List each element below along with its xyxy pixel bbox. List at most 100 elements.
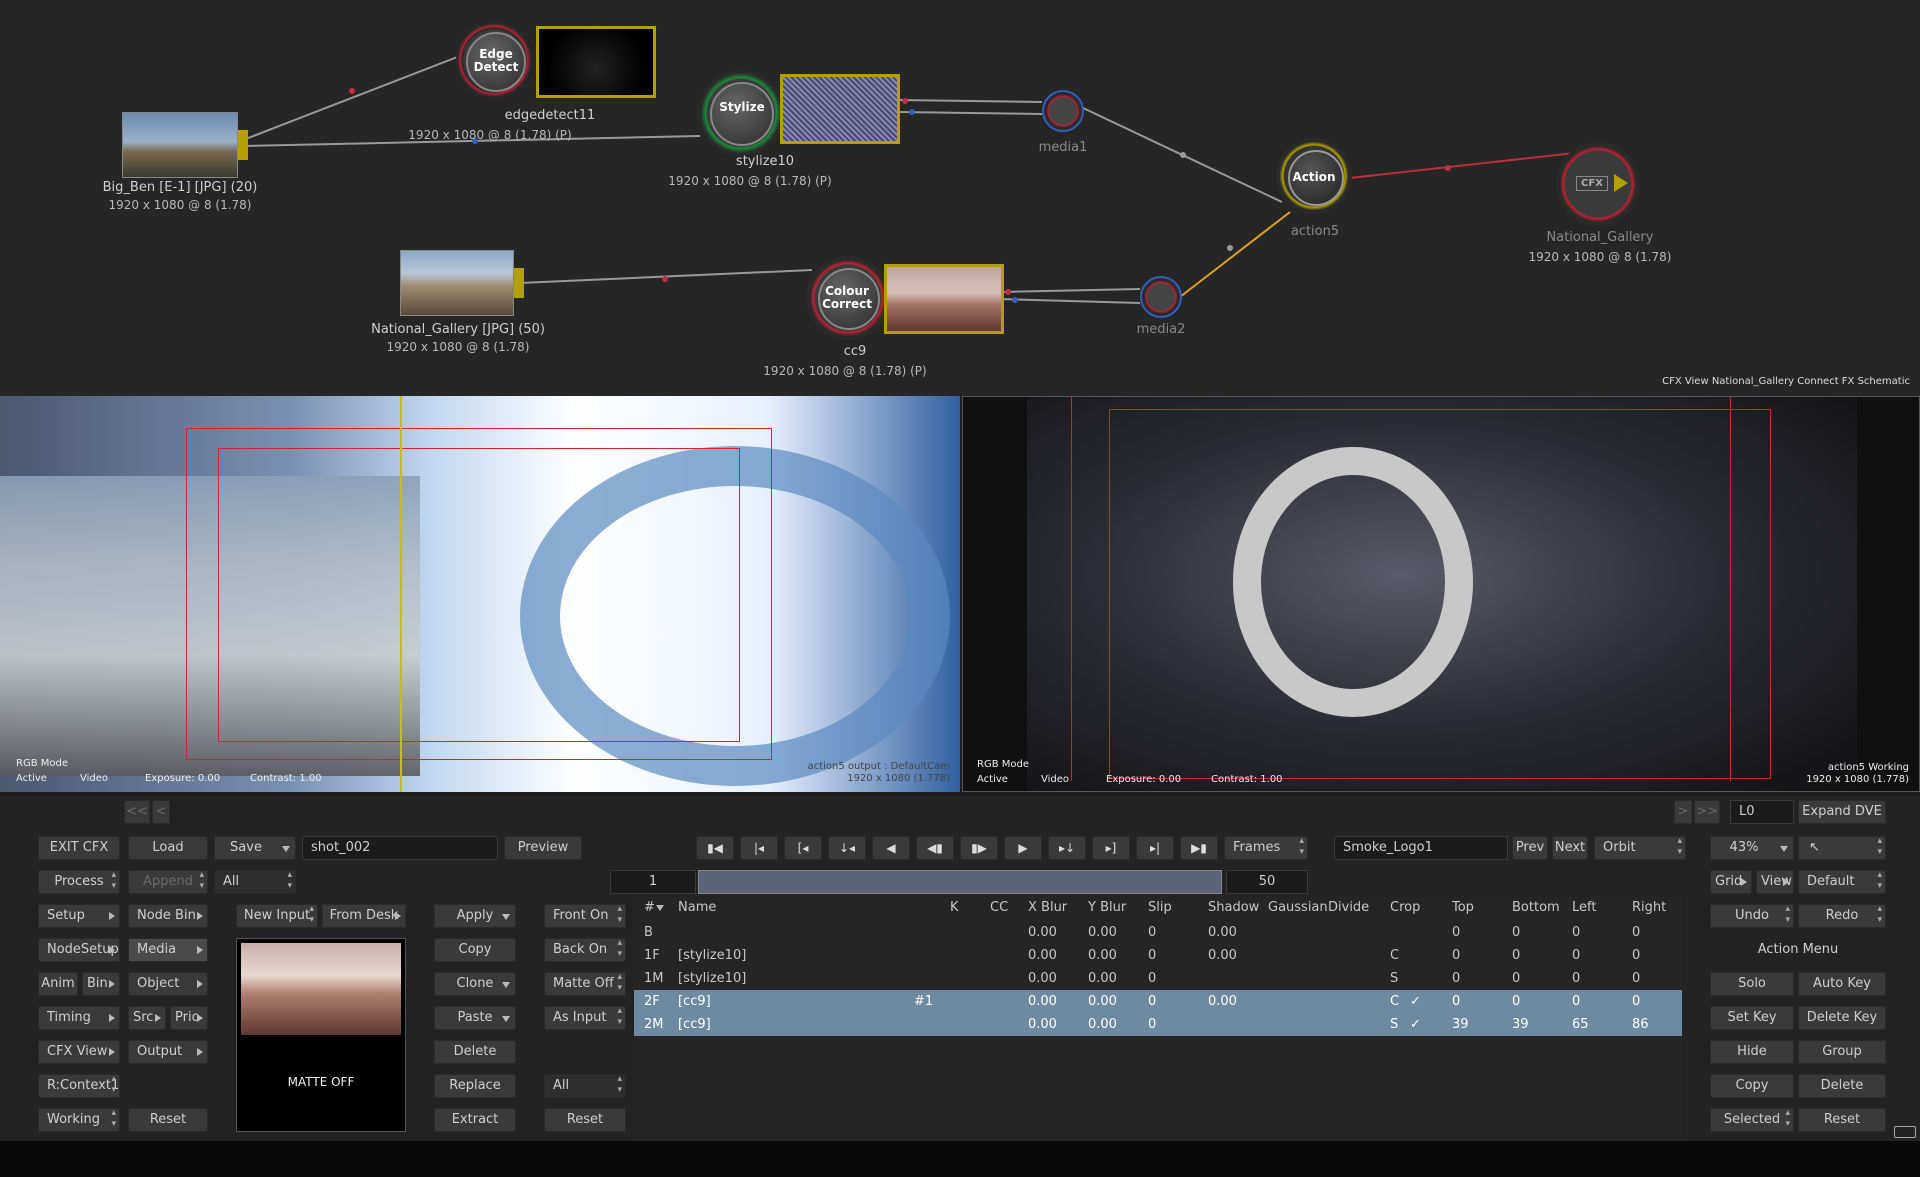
from-desk-button[interactable]: From Desk <box>322 904 406 928</box>
cursor-tool-select[interactable]: ↖ <box>1798 836 1886 860</box>
cell-right[interactable]: 0 <box>1632 967 1640 990</box>
nav-next-button[interactable]: > <box>1674 800 1692 824</box>
append-select[interactable]: Append <box>128 870 208 894</box>
next-mark-button[interactable]: ▸↓ <box>1048 836 1086 860</box>
cell-right[interactable]: 86 <box>1632 1013 1649 1036</box>
cell-top[interactable]: 39 <box>1452 1013 1469 1036</box>
play-forward-slow-button[interactable]: ▮▶ <box>960 836 998 860</box>
set-key-button[interactable]: Set Key <box>1710 1006 1794 1030</box>
table-row-selected[interactable]: 2F [cc9] #1 0.00 0.00 0 0.00 C ✓ 0 0 0 0 <box>634 990 1682 1013</box>
cell-yblur[interactable]: 0.00 <box>1088 1013 1117 1036</box>
col-header-crop[interactable]: Crop <box>1390 897 1420 919</box>
col-header-top[interactable]: Top <box>1452 897 1474 919</box>
table-row[interactable]: B 0.00 0.00 0 0.00 0 0 0 0 <box>634 921 1682 944</box>
cell-name[interactable]: [cc9] <box>678 1013 711 1036</box>
cell-tag[interactable]: #1 <box>914 990 933 1013</box>
load-button[interactable]: Load <box>128 836 208 860</box>
undo-button[interactable]: Undo <box>1710 904 1794 928</box>
exit-cfx-button[interactable]: EXIT CFX <box>38 836 120 860</box>
col-header-yblur[interactable]: Y Blur <box>1088 897 1126 919</box>
reset-layers-button[interactable]: Reset <box>544 1108 626 1132</box>
clone-button[interactable]: Clone <box>434 972 516 996</box>
col-header-xblur[interactable]: X Blur <box>1028 897 1067 919</box>
timing-button[interactable]: Timing <box>38 1006 120 1030</box>
cell-crop[interactable]: C <box>1390 944 1399 967</box>
matte-off-select[interactable]: Matte Off <box>544 972 626 996</box>
all-layers-select[interactable]: All <box>544 1074 626 1098</box>
cell-shadow[interactable]: 0.00 <box>1208 921 1237 944</box>
media1-node[interactable] <box>1042 90 1084 132</box>
save-button[interactable]: Save <box>214 836 296 860</box>
back-on-select[interactable]: Back On <box>544 938 626 962</box>
table-row-selected[interactable]: 2M [cc9] 0.00 0.00 0 S ✓ 39 39 65 86 <box>634 1013 1682 1036</box>
cell-xblur[interactable]: 0.00 <box>1028 1013 1057 1036</box>
viewer-right[interactable]: RGB Mode Active Video Exposure: 0.00 Con… <box>962 396 1920 792</box>
reset-button[interactable]: Reset <box>128 1108 208 1132</box>
cell-top[interactable]: 0 <box>1452 921 1460 944</box>
extract-button[interactable]: Extract <box>434 1108 516 1132</box>
cell-yblur[interactable]: 0.00 <box>1088 944 1117 967</box>
group-button[interactable]: Group <box>1798 1040 1886 1064</box>
delete-button[interactable]: Delete <box>434 1040 516 1064</box>
nodesetup-button[interactable]: NodeSetup <box>38 938 120 962</box>
cell-shadow[interactable]: 0.00 <box>1208 990 1237 1013</box>
preview-button[interactable]: Preview <box>504 836 582 860</box>
copy-button[interactable]: Copy <box>434 938 516 962</box>
cell-left[interactable]: 65 <box>1572 1013 1589 1036</box>
next-object-button[interactable]: Next <box>1552 836 1588 860</box>
frame-start-field[interactable]: 1 <box>610 870 696 894</box>
cell-right[interactable]: 0 <box>1632 990 1640 1013</box>
cell-left[interactable]: 0 <box>1572 967 1580 990</box>
cell-id[interactable]: 1F <box>644 944 660 967</box>
table-row[interactable]: 1M [stylize10] 0.00 0.00 0 S 0 0 0 0 <box>634 967 1682 990</box>
solo-button[interactable]: Solo <box>1710 972 1794 996</box>
cfx-schematic[interactable]: Big_Ben [E-1] [JPG] (20) 1920 x 1080 @ 8… <box>0 0 1920 396</box>
go-start-button[interactable]: ▮◀ <box>696 836 734 860</box>
cell-xblur[interactable]: 0.00 <box>1028 967 1057 990</box>
prev-key-button[interactable]: |◂ <box>740 836 778 860</box>
nav-prev-button[interactable]: < <box>152 800 170 824</box>
process-select[interactable]: Process <box>38 870 120 894</box>
media-button[interactable]: Media <box>128 938 208 962</box>
out-point-button[interactable]: ▸] <box>1092 836 1130 860</box>
cell-xblur[interactable]: 0.00 <box>1028 990 1057 1013</box>
setup-name-field[interactable]: shot_002 <box>302 836 498 860</box>
cell-yblur[interactable]: 0.00 <box>1088 921 1117 944</box>
default-select[interactable]: Default <box>1798 870 1886 894</box>
play-back-button[interactable]: ◀▮ <box>916 836 954 860</box>
go-end-button[interactable]: ▶▮ <box>1180 836 1218 860</box>
delete-key-button[interactable]: Delete Key <box>1798 1006 1886 1030</box>
auto-key-button[interactable]: Auto Key <box>1798 972 1886 996</box>
col-header-k[interactable]: K <box>950 897 959 919</box>
render-context-select[interactable]: R:Context1 <box>38 1074 120 1098</box>
table-row[interactable]: 1F [stylize10] 0.00 0.00 0 0.00 C 0 0 0 0 <box>634 944 1682 967</box>
cell-name[interactable]: [cc9] <box>678 990 711 1013</box>
next-key-button[interactable]: ▸| <box>1136 836 1174 860</box>
cell-id[interactable]: 1M <box>644 967 664 990</box>
prev-mark-button[interactable]: ↓◂ <box>828 836 866 860</box>
nav-first-button[interactable]: << <box>124 800 150 824</box>
layer-field[interactable]: L0 <box>1730 800 1794 824</box>
frames-mode-select[interactable]: Frames <box>1224 836 1308 860</box>
object-button[interactable]: Object <box>128 972 208 996</box>
cfx-view-button[interactable]: CFX View <box>38 1040 120 1064</box>
copy-node-button[interactable]: Copy <box>1710 1074 1794 1098</box>
cell-bottom[interactable]: 0 <box>1512 921 1520 944</box>
reset-action-button[interactable]: Reset <box>1798 1108 1886 1132</box>
cell-bottom[interactable]: 39 <box>1512 1013 1529 1036</box>
col-header-slip[interactable]: Slip <box>1148 897 1172 919</box>
orbit-select[interactable]: Orbit <box>1594 836 1686 860</box>
delete-node-button[interactable]: Delete <box>1798 1074 1886 1098</box>
cell-id[interactable]: 2M <box>644 1013 664 1036</box>
cell-left[interactable]: 0 <box>1572 944 1580 967</box>
prio-button[interactable]: Prio <box>170 1006 208 1030</box>
cell-crop[interactable]: S <box>1390 967 1398 990</box>
anim-button[interactable]: Anim <box>38 972 78 996</box>
cell-shadow[interactable]: 0.00 <box>1208 944 1237 967</box>
cell-bottom[interactable]: 0 <box>1512 990 1520 1013</box>
cell-slip[interactable]: 0 <box>1148 967 1156 990</box>
col-header-shadow[interactable]: Shadow <box>1208 897 1259 919</box>
expand-dve-button[interactable]: Expand DVE <box>1798 800 1886 824</box>
cell-left[interactable]: 0 <box>1572 990 1580 1013</box>
cell-right[interactable]: 0 <box>1632 921 1640 944</box>
